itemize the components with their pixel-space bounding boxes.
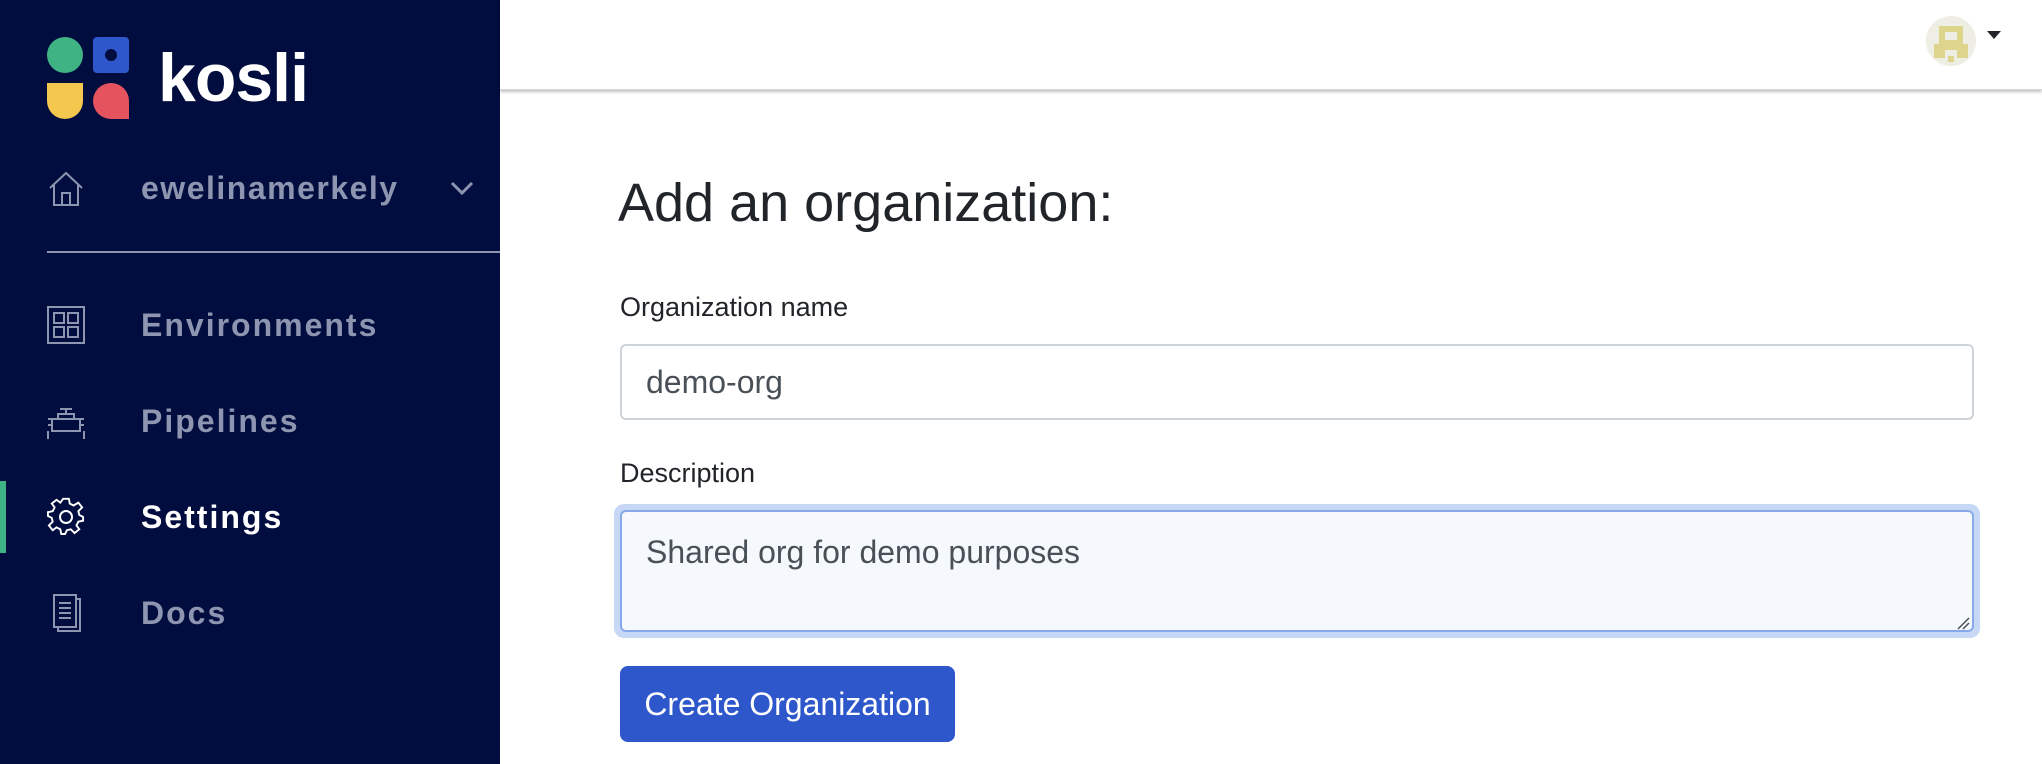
caret-down-icon[interactable] xyxy=(1986,30,2002,40)
description-label: Description xyxy=(620,458,756,488)
sidebar-item-label: Docs xyxy=(141,595,228,631)
sidebar-item-label: Settings xyxy=(141,499,284,535)
grid-icon xyxy=(47,306,85,344)
gear-icon xyxy=(47,497,85,535)
sidebar-item-environments[interactable]: Environments xyxy=(0,289,500,361)
org-selector[interactable]: ewelinamerkely xyxy=(0,158,500,222)
kosli-logo-icon[interactable] xyxy=(47,37,129,119)
sidebar-divider xyxy=(47,251,500,253)
pipeline-icon xyxy=(47,408,85,439)
sidebar-item-label: Environments xyxy=(141,307,379,343)
sidebar-item-label: Pipelines xyxy=(141,403,300,439)
description-textarea[interactable]: Shared org for demo purposes xyxy=(620,510,1974,632)
brand-name[interactable]: kosli xyxy=(158,38,309,118)
sidebar-item-docs[interactable]: Docs xyxy=(0,577,500,649)
home-icon xyxy=(49,171,83,206)
sidebar-item-pipelines[interactable]: Pipelines xyxy=(0,385,500,457)
organization-name-label: Organization name xyxy=(620,292,849,322)
sidebar: kosli ewelinamerkely Environments Pipeli… xyxy=(0,0,500,764)
avatar-pattern xyxy=(1926,16,1976,66)
sidebar-item-settings[interactable]: Settings xyxy=(0,481,500,553)
top-bar xyxy=(500,0,2042,90)
organization-name-input[interactable]: demo-org xyxy=(620,344,1974,420)
page-title: Add an organization: xyxy=(618,173,1114,233)
document-icon xyxy=(53,594,81,632)
create-organization-button[interactable]: Create Organization xyxy=(620,666,955,742)
resize-grip-icon[interactable] xyxy=(1956,616,1970,630)
chevron-down-icon xyxy=(450,181,474,196)
avatar-icon[interactable] xyxy=(1926,16,1976,66)
org-selector-label: ewelinamerkely xyxy=(141,170,399,206)
